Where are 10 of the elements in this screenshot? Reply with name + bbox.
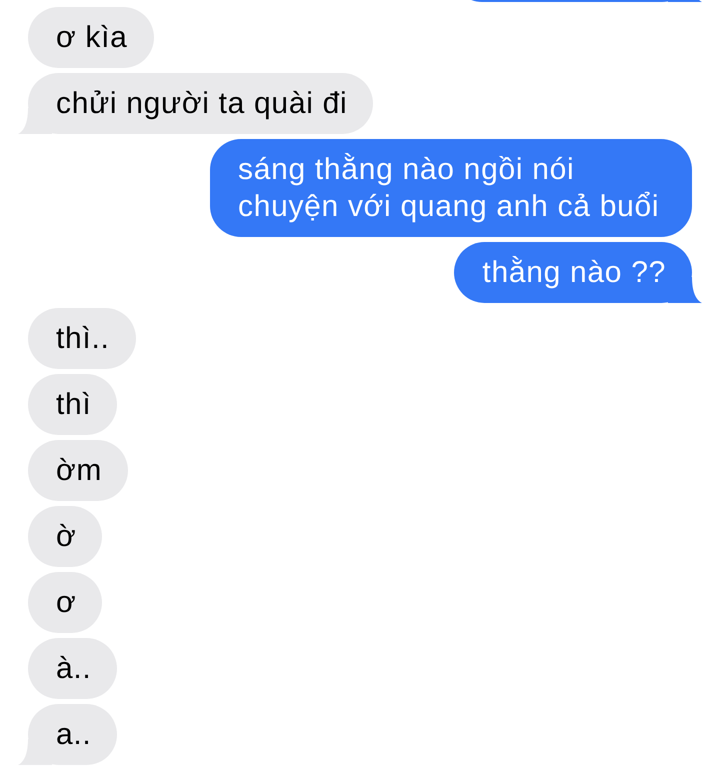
message-bubble: ờ <box>28 506 102 567</box>
message-bubble: thì <box>28 374 118 435</box>
message-bubble: sáng thằng nào ngồi nói chuyện với quang anh cả buổi <box>210 139 692 237</box>
message-bubble: thì.. <box>28 308 136 369</box>
message-bubble: à.. <box>28 638 118 699</box>
message-bubble: chửi người ta quài đi <box>28 73 374 134</box>
message-bubble: ơ <box>28 572 102 633</box>
message-bubble: thằng nào ?? <box>454 242 692 303</box>
message-bubble: ơ kìa <box>28 7 154 68</box>
message-bubble: ờm <box>28 440 128 501</box>
